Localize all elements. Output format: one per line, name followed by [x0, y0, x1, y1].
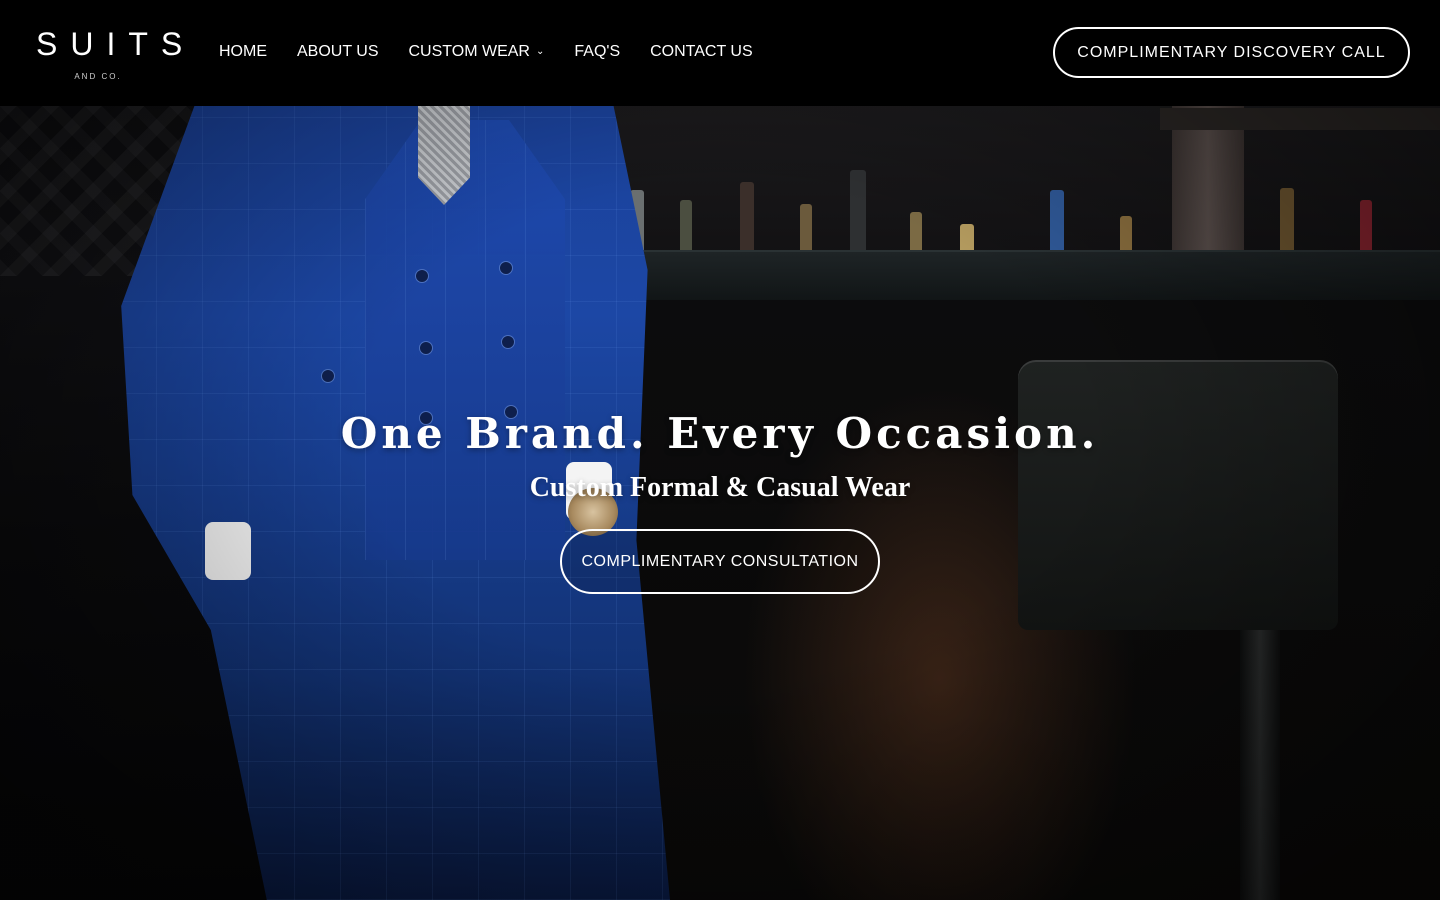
nav-item-home[interactable]: HOME [219, 41, 267, 63]
brand-tagline: AND CO. [74, 72, 122, 81]
brand-logo[interactable]: SUITS AND CO. [36, 26, 196, 86]
consultation-button[interactable]: COMPLIMENTARY CONSULTATION [560, 529, 880, 594]
discovery-call-button[interactable]: COMPLIMENTARY DISCOVERY CALL [1053, 27, 1410, 78]
nav-item-custom-wear[interactable]: CUSTOM WEAR ⌄ [409, 41, 545, 63]
page: SUITS AND CO. HOME ABOUT US CUSTOM WEAR ⌄… [0, 0, 1440, 900]
brand-name: SUITS [36, 26, 196, 62]
main-nav: HOME ABOUT US CUSTOM WEAR ⌄ FAQ'S CONTACT… [219, 40, 753, 64]
hero-subtitle: Custom Formal & Casual Wear [529, 472, 911, 503]
nav-item-custom-wear-label: CUSTOM WEAR [408, 43, 530, 60]
nav-item-contact-us[interactable]: CONTACT US [650, 41, 753, 63]
nav-item-faqs[interactable]: FAQ'S [574, 41, 620, 63]
hero-title: One Brand. Every Occasion. [340, 409, 1100, 458]
nav-item-about-us[interactable]: ABOUT US [297, 41, 379, 63]
chevron-down-icon: ⌄ [535, 46, 545, 57]
site-header: SUITS AND CO. HOME ABOUT US CUSTOM WEAR ⌄… [0, 0, 1440, 106]
